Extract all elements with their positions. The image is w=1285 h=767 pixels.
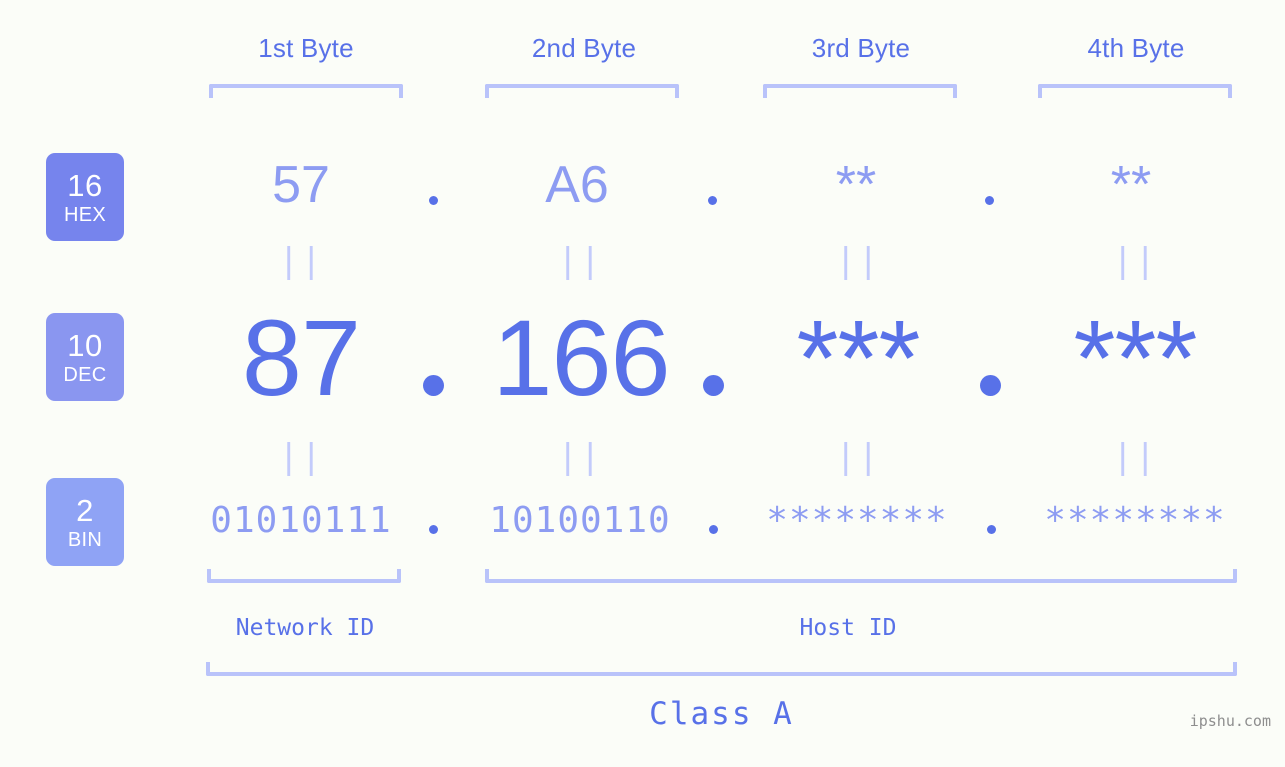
base-badge-bin: 2 BIN [46, 478, 124, 566]
equality-mark-hex-dec-1: || [278, 241, 324, 281]
base-badge-dec-number: 10 [67, 327, 103, 363]
equality-mark-dec-bin-4: || [1112, 437, 1158, 477]
hex-separator-dot-1 [429, 196, 438, 205]
hex-byte-4-value: ** [1110, 156, 1152, 214]
bin-byte-2-value: 10100110 [489, 500, 671, 541]
ip-breakdown-diagram: 1st Byte 2nd Byte 3rd Byte 4th Byte 16 H… [0, 0, 1285, 767]
base-badge-dec: 10 DEC [46, 313, 124, 401]
watermark: ipshu.com [1189, 712, 1271, 730]
equality-mark-hex-dec-4: || [1112, 241, 1158, 281]
byte-bracket-top-3 [763, 84, 957, 98]
byte-bracket-top-1 [209, 84, 403, 98]
host-id-label: Host ID [799, 615, 897, 641]
equality-mark-hex-dec-2: || [557, 241, 603, 281]
equality-mark-dec-bin-2: || [557, 437, 603, 477]
hex-byte-3-value: ** [835, 156, 877, 214]
bin-separator-dot-2 [709, 525, 718, 534]
byte-header-1: 1st Byte [258, 33, 354, 63]
byte-header-3: 3rd Byte [811, 33, 911, 63]
dec-separator-dot-1 [423, 375, 444, 396]
dec-byte-4-value: *** [1073, 297, 1197, 418]
equality-mark-dec-bin-3: || [835, 437, 881, 477]
bin-byte-4-value: ******** [1044, 500, 1226, 541]
dec-separator-dot-3 [980, 375, 1001, 396]
equality-mark-dec-bin-1: || [278, 437, 324, 477]
bin-byte-1-value: 01010111 [210, 500, 392, 541]
hex-byte-1-value: 57 [272, 156, 330, 214]
equality-mark-hex-dec-3: || [835, 241, 881, 281]
base-badge-bin-abbr: BIN [67, 528, 103, 551]
base-badge-hex: 16 HEX [46, 153, 124, 241]
base-badge-bin-number: 2 [76, 492, 94, 528]
bin-separator-dot-3 [987, 525, 996, 534]
hex-byte-2-value: A6 [545, 156, 609, 214]
byte-bracket-top-4 [1038, 84, 1232, 98]
hex-separator-dot-3 [985, 196, 994, 205]
bin-separator-dot-1 [429, 525, 438, 534]
byte-bracket-top-2 [485, 84, 679, 98]
dec-byte-3-value: *** [796, 297, 920, 418]
byte-header-2: 2nd Byte [531, 33, 637, 63]
network-id-label: Network ID [235, 615, 375, 641]
dec-byte-1-value: 87 [241, 297, 361, 418]
network-id-bracket [207, 569, 401, 583]
byte-header-4: 4th Byte [1087, 33, 1185, 63]
dec-byte-2-value: 166 [492, 297, 670, 418]
base-badge-dec-abbr: DEC [63, 363, 107, 386]
base-badge-hex-number: 16 [67, 167, 103, 203]
host-id-bracket [485, 569, 1237, 583]
class-label: Class A [649, 696, 794, 732]
bin-byte-3-value: ******** [766, 500, 948, 541]
base-badge-hex-abbr: HEX [63, 203, 107, 226]
class-bracket [206, 662, 1237, 676]
hex-separator-dot-2 [708, 196, 717, 205]
dec-separator-dot-2 [703, 375, 724, 396]
